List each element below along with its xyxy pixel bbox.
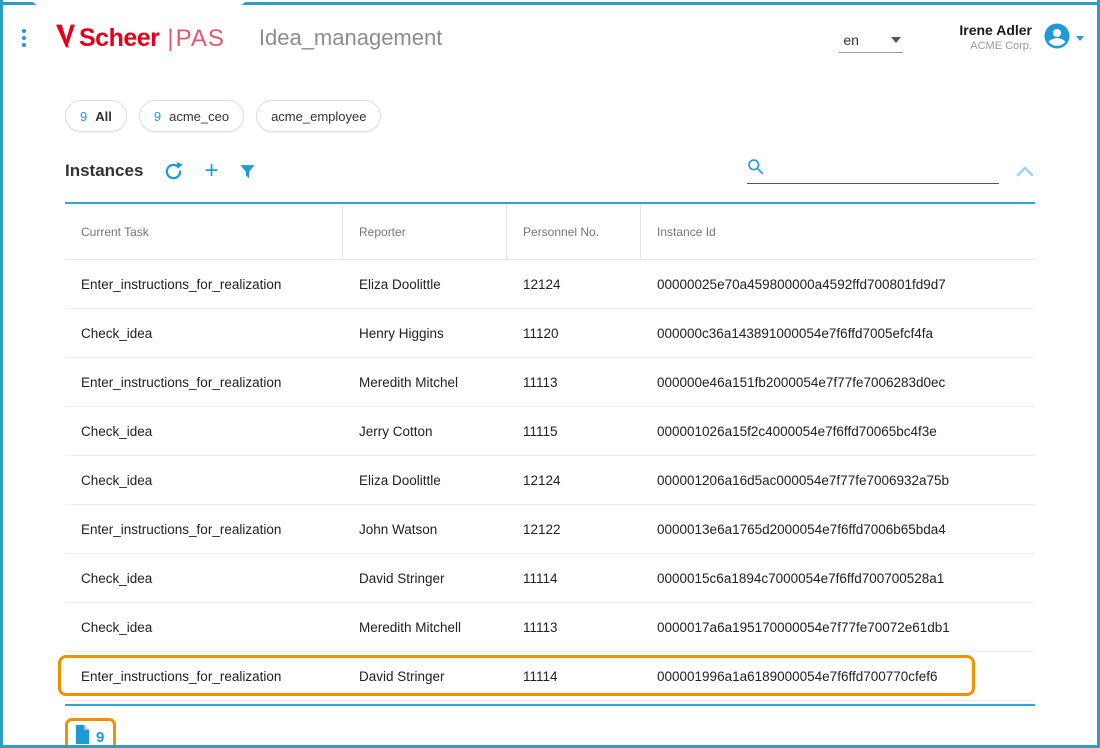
search-field[interactable] bbox=[747, 158, 999, 184]
chip-label: acme_ceo bbox=[169, 109, 229, 124]
cell-personnel-no: 11114 bbox=[507, 652, 641, 700]
filter-chip[interactable]: acme_employee bbox=[256, 100, 381, 132]
cell-current-task: Check_idea bbox=[65, 603, 343, 651]
cell-current-task: Check_idea bbox=[65, 407, 343, 455]
page-title: Idea_management bbox=[259, 25, 442, 51]
table-bottom-border bbox=[65, 704, 1035, 706]
column-header-current-task: Current Task bbox=[65, 204, 343, 259]
cell-instance-id: 0000017a6a195170000054e7f77fe70072e61db1 bbox=[641, 603, 1035, 651]
cell-reporter: Eliza Doolittle bbox=[343, 456, 507, 504]
filter-chips: 9 All 9 acme_ceo acme_employee bbox=[0, 100, 1100, 132]
table-row[interactable]: Enter_instructions_for_realization Mered… bbox=[65, 358, 1035, 407]
cell-current-task: Enter_instructions_for_realization bbox=[65, 260, 343, 308]
column-header-instance-id: Instance Id bbox=[641, 204, 1035, 259]
cell-reporter: David Stringer bbox=[343, 554, 507, 602]
chip-label: acme_employee bbox=[271, 109, 366, 124]
cell-instance-id: 000001996a1a6189000054e7f6ffd700770cfef6 bbox=[641, 652, 1035, 700]
table-row[interactable]: Enter_instructions_for_realization David… bbox=[65, 652, 1035, 701]
cell-instance-id: 000001206a16d5ac000054e7f77fe7006932a75b bbox=[641, 456, 1035, 504]
kebab-menu-icon[interactable] bbox=[16, 25, 32, 51]
cell-instance-id: 000000c36a143891000054e7f6ffd7005efcf4fa bbox=[641, 309, 1035, 357]
table-body: Enter_instructions_for_realization Eliza… bbox=[65, 260, 1035, 701]
page-count: 9 bbox=[96, 729, 104, 746]
filter-button[interactable] bbox=[238, 162, 257, 181]
cell-reporter: David Stringer bbox=[343, 652, 507, 700]
cell-reporter: Henry Higgins bbox=[343, 309, 507, 357]
cell-reporter: Meredith Mitchell bbox=[343, 603, 507, 651]
app-window: Scheer | PAS Idea_management en Irene Ad… bbox=[0, 0, 1100, 748]
language-value: en bbox=[843, 32, 859, 48]
cell-reporter: Jerry Cotton bbox=[343, 407, 507, 455]
table-row[interactable]: Enter_instructions_for_realization John … bbox=[65, 505, 1035, 554]
instances-table: Current Task Reporter Personnel No. Inst… bbox=[65, 202, 1035, 706]
refresh-button[interactable] bbox=[163, 161, 184, 182]
language-select[interactable]: en bbox=[839, 30, 903, 53]
chevron-down-icon bbox=[1076, 36, 1084, 41]
table-row[interactable]: Check_idea Henry Higgins 11120 000000c36… bbox=[65, 309, 1035, 358]
user-name: Irene Adler bbox=[959, 22, 1032, 40]
add-instance-button[interactable]: + bbox=[204, 161, 218, 181]
cell-reporter: Eliza Doolittle bbox=[343, 260, 507, 308]
chevron-down-icon bbox=[891, 37, 901, 43]
app-header: Scheer | PAS Idea_management en Irene Ad… bbox=[0, 0, 1100, 62]
table-header: Current Task Reporter Personnel No. Inst… bbox=[65, 202, 1035, 260]
chip-count: 9 bbox=[80, 109, 87, 124]
window-tab-notch bbox=[30, 0, 248, 6]
user-info: Irene Adler ACME Corp. bbox=[959, 22, 1032, 53]
cell-current-task: Enter_instructions_for_realization bbox=[65, 505, 343, 553]
cell-current-task: Check_idea bbox=[65, 309, 343, 357]
user-org: ACME Corp. bbox=[959, 40, 1032, 54]
search-icon bbox=[747, 158, 764, 180]
chip-count: 9 bbox=[154, 109, 161, 124]
pagination-area: 9 bbox=[0, 718, 1100, 748]
cell-instance-id: 000001026a15f2c4000054e7f6ffd70065bc4f3e bbox=[641, 407, 1035, 455]
cell-instance-id: 0000013e6a1765d2000054e7f6ffd7006b65bda4 bbox=[641, 505, 1035, 553]
brand-name: Scheer bbox=[79, 24, 159, 53]
search-input[interactable] bbox=[770, 163, 999, 180]
cell-current-task: Check_idea bbox=[65, 554, 343, 602]
cell-instance-id: 0000015c6a1894c7000054e7f6ffd700700528a1 bbox=[641, 554, 1035, 602]
cell-personnel-no: 11114 bbox=[507, 554, 641, 602]
column-header-personnel-no: Personnel No. bbox=[507, 204, 641, 259]
cell-current-task: Enter_instructions_for_realization bbox=[65, 652, 343, 700]
logo-divider: | bbox=[167, 25, 173, 53]
frame-border-left bbox=[0, 0, 3, 748]
cell-instance-id: 00000025e70a459800000a4592ffd700801fd9d7 bbox=[641, 260, 1035, 308]
scheer-logo-mark-icon bbox=[56, 24, 75, 53]
cell-reporter: Meredith Mitchel bbox=[343, 358, 507, 406]
column-header-reporter: Reporter bbox=[343, 204, 507, 259]
scheer-pas-logo: Scheer | PAS bbox=[56, 24, 225, 53]
filter-chip[interactable]: 9 All bbox=[65, 100, 127, 132]
product-name: PAS bbox=[176, 25, 225, 53]
cell-personnel-no: 12124 bbox=[507, 456, 641, 504]
cell-current-task: Enter_instructions_for_realization bbox=[65, 358, 343, 406]
chip-label: All bbox=[95, 109, 112, 124]
page-count-control[interactable]: 9 bbox=[65, 718, 116, 748]
table-row[interactable]: Check_idea Meredith Mitchell 11113 00000… bbox=[65, 603, 1035, 652]
cell-instance-id: 000000e46a151fb2000054e7f77fe7006283d0ec bbox=[641, 358, 1035, 406]
cell-personnel-no: 11115 bbox=[507, 407, 641, 455]
table-row[interactable]: Enter_instructions_for_realization Eliza… bbox=[65, 260, 1035, 309]
table-row[interactable]: Check_idea David Stringer 11114 0000015c… bbox=[65, 554, 1035, 603]
user-menu[interactable] bbox=[1042, 21, 1084, 56]
cell-personnel-no: 11113 bbox=[507, 603, 641, 651]
table-row[interactable]: Check_idea Eliza Doolittle 12124 0000012… bbox=[65, 456, 1035, 505]
instances-toolbar: Instances + bbox=[0, 156, 1100, 186]
filter-chip[interactable]: 9 acme_ceo bbox=[139, 100, 244, 132]
cell-personnel-no: 12122 bbox=[507, 505, 641, 553]
cell-personnel-no: 12124 bbox=[507, 260, 641, 308]
cell-personnel-no: 11120 bbox=[507, 309, 641, 357]
cell-reporter: John Watson bbox=[343, 505, 507, 553]
cell-personnel-no: 11113 bbox=[507, 358, 641, 406]
cell-current-task: Check_idea bbox=[65, 456, 343, 504]
collapse-panel-button[interactable] bbox=[1015, 164, 1035, 178]
section-title: Instances bbox=[65, 161, 143, 181]
table-row[interactable]: Check_idea Jerry Cotton 11115 000001026a… bbox=[65, 407, 1035, 456]
avatar-icon bbox=[1042, 21, 1072, 56]
